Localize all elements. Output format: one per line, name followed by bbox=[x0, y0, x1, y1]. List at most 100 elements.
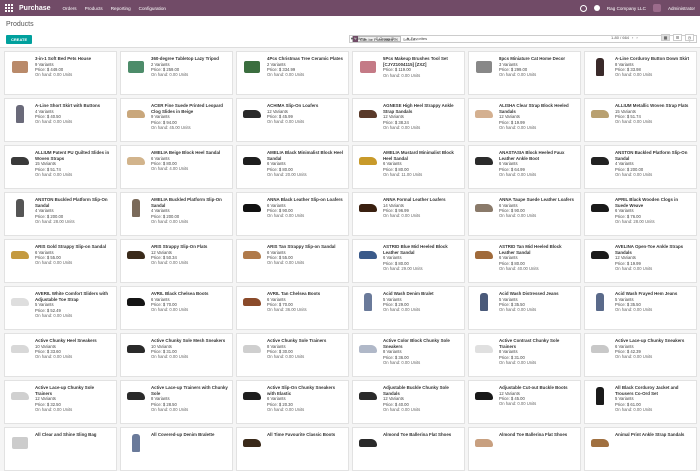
product-onhand: On hand: 0.00 Units bbox=[383, 125, 421, 130]
product-card[interactable]: Active Lace-up Chunky Sneakers 6 Variants… bbox=[584, 333, 697, 377]
product-card[interactable]: ALLIUM Metallic Woven Strap Flats 15 Vari… bbox=[584, 98, 697, 142]
product-card[interactable]: ALLIUM Patent PU Quilted Slides in Woven… bbox=[4, 145, 117, 189]
pager-previous-icon[interactable]: ‹ bbox=[632, 35, 633, 40]
menu-reporting[interactable]: Reporting bbox=[111, 6, 131, 11]
user-menu[interactable]: Administrator bbox=[668, 6, 695, 11]
product-card[interactable]: ASTRID Tan Mid Heeled Block Leather Sand… bbox=[468, 239, 581, 283]
app-menu-icon[interactable] bbox=[5, 4, 13, 12]
product-onhand: On hand: 0.00 Units bbox=[35, 354, 73, 360]
pager-value[interactable]: 1-80 / 664 bbox=[611, 35, 629, 40]
activity-icon[interactable] bbox=[579, 4, 587, 12]
avatar[interactable] bbox=[652, 4, 661, 12]
pager-next-icon[interactable]: › bbox=[636, 35, 637, 40]
product-card[interactable]: ARIS Tan Strappy Slip-on Sandal 6 Variant… bbox=[236, 239, 349, 283]
kanban-view-icon[interactable]: ▦ bbox=[661, 34, 670, 41]
product-card[interactable]: A-Line Short Skirt with Buttons 4 Variant… bbox=[4, 98, 117, 142]
product-card[interactable]: ANNA Black Leather Slip-on Loafers 6 Vari… bbox=[236, 192, 349, 236]
product-card[interactable]: AVRIL Black Chelsea Boots 6 Variants Price… bbox=[120, 286, 233, 330]
app-name[interactable]: Purchase bbox=[19, 5, 51, 12]
product-card[interactable]: 5Pcs Makeup Brushes Tool Set [CJYZ100411… bbox=[352, 51, 465, 95]
product-image bbox=[126, 57, 146, 77]
product-card[interactable]: ANSTON Buckled Platform Slip-On Sandal 4 … bbox=[4, 192, 117, 236]
create-button[interactable]: CREATE bbox=[6, 35, 33, 44]
menu-products[interactable]: Products bbox=[85, 6, 103, 11]
product-card[interactable]: ASTRID Blue Mid Heeled Block Leather San… bbox=[352, 239, 465, 283]
menu-configuration[interactable]: Configuration bbox=[139, 6, 166, 11]
product-card[interactable]: Active Color Block Chunky Sole Sneakers 8… bbox=[352, 333, 465, 377]
product-card[interactable]: 3-in-1 Soft Bed Pets House 9 Variants Pric… bbox=[4, 51, 117, 95]
product-card[interactable]: APRIL Black Wooden Clogs in Suede Weave 6… bbox=[584, 192, 697, 236]
product-card[interactable]: ARIS Gold Strappy Slip-on Sandal 6 Varian… bbox=[4, 239, 117, 283]
product-card[interactable]: 4Pcs Christmas Tree Ceramic Plates 2 Vari… bbox=[236, 51, 349, 95]
list-view-icon[interactable]: ☰ bbox=[673, 34, 682, 41]
product-card[interactable]: Active Lace-up Trainers with Chunky Sole… bbox=[120, 380, 233, 424]
product-card[interactable]: Animal Print Ankle Strap Sandals bbox=[584, 427, 697, 471]
product-image-shape bbox=[359, 251, 377, 259]
chat-icon[interactable] bbox=[593, 5, 600, 11]
product-name: 5Pcs Makeup Brushes Tool Set [CJYZ100411… bbox=[383, 56, 448, 67]
product-card[interactable]: ANNA Formal Leather Loafers 14 Variants Pr… bbox=[352, 192, 465, 236]
activity-view-icon[interactable]: ◷ bbox=[685, 34, 694, 41]
product-card[interactable]: AMELIA Buckled Platform Slip-On Sandal 4 … bbox=[120, 192, 233, 236]
product-card[interactable]: All Time Favourite Classic Boots bbox=[236, 427, 349, 471]
product-card[interactable]: Acid Wash Distressed Jeans 5 Variants Pric… bbox=[468, 286, 581, 330]
product-card[interactable]: Active Chunky Sole Mesh Sneakers 10 Varia… bbox=[120, 333, 233, 377]
product-card[interactable]: A-Line Corduroy Button Down Skirt 8 Varia… bbox=[584, 51, 697, 95]
product-image bbox=[10, 57, 30, 77]
product-card[interactable]: All Covered-up Denim Bralette bbox=[120, 427, 233, 471]
product-onhand: On hand: 20.00 Units bbox=[267, 172, 307, 177]
product-name: ANNA Black Leather Slip-on Loafers bbox=[267, 197, 343, 202]
groupby-button[interactable]: ≡Group By bbox=[376, 36, 396, 41]
product-onhand: On hand: 0.00 Units bbox=[35, 72, 73, 78]
product-card[interactable]: AVERIL White Comfort Sliders with Adjust… bbox=[4, 286, 117, 330]
product-card[interactable]: AGNESE High Heel Strappy Ankle Strap San… bbox=[352, 98, 465, 142]
product-card[interactable]: ALISHA Clear Strap Block Heeled Sandals 1… bbox=[468, 98, 581, 142]
product-card[interactable]: AVRIL Tan Chelsea Boots 6 Variants Price: … bbox=[236, 286, 349, 330]
product-card[interactable]: Active Slip-On Chunky Sneakers with Elas… bbox=[236, 380, 349, 424]
product-card[interactable]: ACER Fine Suede Printed Leopard Clog Sli… bbox=[120, 98, 233, 142]
product-card[interactable]: Almond Toe Ballerina Flat Shoes bbox=[352, 427, 465, 471]
product-image-shape bbox=[359, 157, 377, 165]
product-card[interactable]: AMELIA Beige Block Heel Sandal 6 Variants… bbox=[120, 145, 233, 189]
product-card[interactable]: Active Contrast Chunky Sole Trainers 8 Va… bbox=[468, 333, 581, 377]
product-image bbox=[590, 433, 610, 453]
search-input[interactable] bbox=[402, 36, 694, 42]
product-card[interactable]: 8pcs Miniature Cat Home Decor 3 Variants P… bbox=[468, 51, 581, 95]
product-card[interactable]: ANASTASIA Block Heeled Faux Leather Ankl… bbox=[468, 145, 581, 189]
product-onhand: On hand: 0.00 Units bbox=[151, 219, 189, 224]
product-card[interactable]: AMELIA Black Minimalist Block Heel Sanda… bbox=[236, 145, 349, 189]
company-switcher[interactable]: Rag Company LLC bbox=[607, 6, 646, 11]
product-image bbox=[242, 339, 262, 359]
product-card[interactable]: Active Chunky Sole Trainers 8 Variants Pri… bbox=[236, 333, 349, 377]
product-onhand: On hand: 0.00 Units bbox=[267, 213, 305, 219]
menu-orders[interactable]: Orders bbox=[63, 6, 77, 11]
product-card[interactable]: Adjustable Buckle Chunky Sole Sandals 12 … bbox=[352, 380, 465, 424]
product-card[interactable]: ARIS Strappy Slip-On Flats 12 Variants Pri… bbox=[120, 239, 233, 283]
product-image-shape bbox=[132, 434, 140, 452]
product-image bbox=[590, 198, 610, 218]
product-name: AMELIA Buckled Platform Slip-On Sandal bbox=[151, 197, 222, 208]
product-image bbox=[358, 386, 378, 406]
product-card[interactable]: AMELIA Mustard Minimalist Block Heel San… bbox=[352, 145, 465, 189]
product-card[interactable]: All Clear and Shine Sling Bag bbox=[4, 427, 117, 471]
product-card[interactable]: Active Lace-up Chunky Sole Trainers 12 Va… bbox=[4, 380, 117, 424]
product-card[interactable]: ANNA Taupe Suede Leather Loafers 6 Varian… bbox=[468, 192, 581, 236]
product-card[interactable]: Active Chunky Heel Sneakers 10 Variants Pr… bbox=[4, 333, 117, 377]
product-card[interactable]: AVELINA Open-Toe Ankle Straps Sandals 12 … bbox=[584, 239, 697, 283]
product-card[interactable]: 360-degree Tabletop Lazy Tripod 2 Variant… bbox=[120, 51, 233, 95]
product-name: ANNA Taupe Suede Leather Loafers bbox=[499, 197, 574, 202]
product-card[interactable]: ACHIMA Slip-On Loafers 12 Variants Price: … bbox=[236, 98, 349, 142]
product-card[interactable]: Acid Wash Denim Bralet 5 Variants Price: $… bbox=[352, 286, 465, 330]
favorites-button[interactable]: ★Favorites bbox=[406, 36, 427, 41]
product-image bbox=[474, 57, 494, 77]
filters-button[interactable]: ▼Filters bbox=[350, 36, 366, 41]
product-card[interactable]: Almond Toe Ballerina Flat Shoes bbox=[468, 427, 581, 471]
product-card[interactable]: All Black Corduroy Jacket and Trousers C… bbox=[584, 380, 697, 424]
product-image-shape bbox=[127, 110, 145, 118]
product-image bbox=[10, 245, 30, 265]
product-onhand: On hand: 0.00 Units bbox=[383, 213, 421, 219]
product-card[interactable]: Acid Wash Frayed Hem Jeans 5 Variants Pric… bbox=[584, 286, 697, 330]
product-image-shape bbox=[591, 345, 609, 353]
product-card[interactable]: Adjustable Cut-out Buckle Boots 12 Varian… bbox=[468, 380, 581, 424]
product-card[interactable]: ANSTON Backled Platform Slip-On Sandal 4 … bbox=[584, 145, 697, 189]
